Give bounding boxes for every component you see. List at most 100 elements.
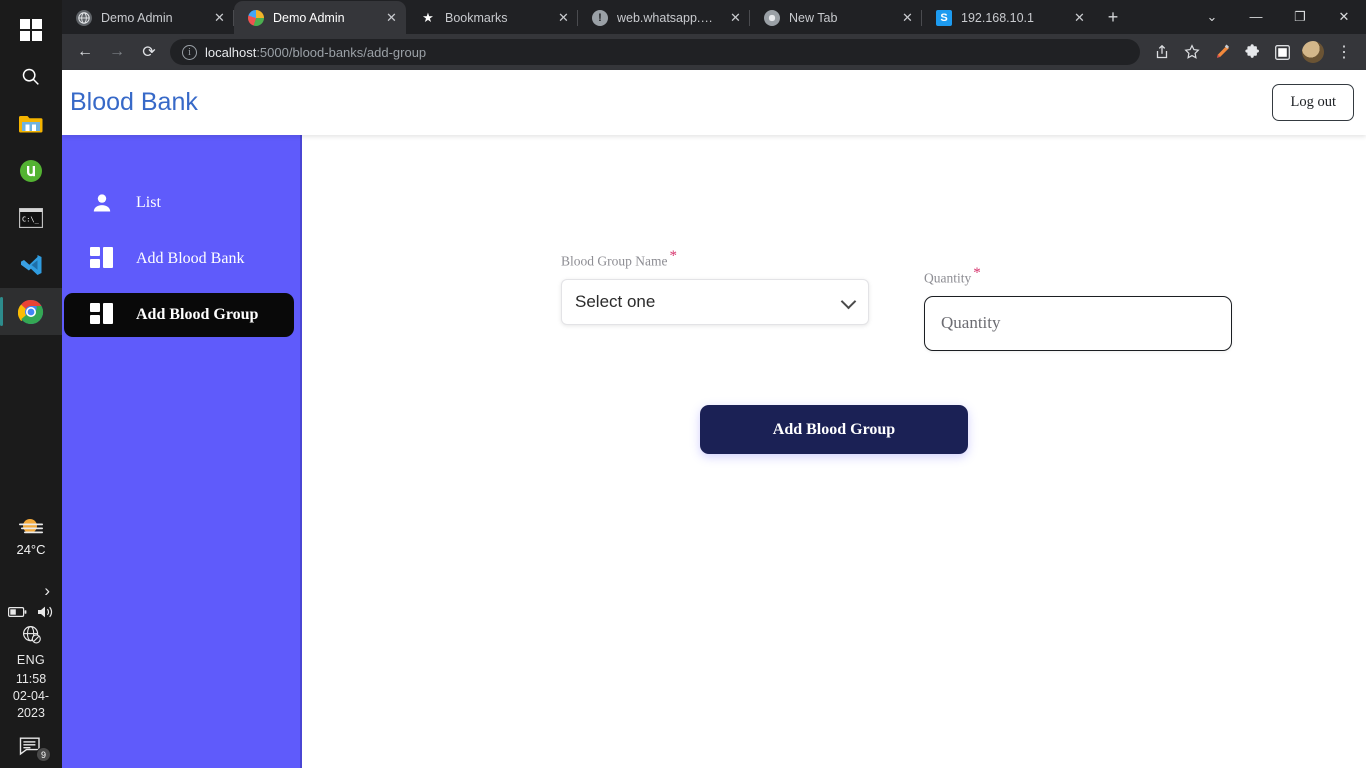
quantity-label: Quantity * — [924, 265, 1232, 287]
browser-tab-whatsapp[interactable]: ! web.whatsapp.com ✕ — [578, 1, 750, 34]
earth-icon — [248, 9, 264, 26]
clock-time: 11:58 — [15, 672, 47, 686]
terminal-icon[interactable]: C:\_ — [0, 194, 62, 241]
show-hidden-icons-chevron[interactable]: › — [44, 582, 50, 599]
tab-close-icon[interactable]: ✕ — [211, 9, 228, 26]
weather-icon[interactable] — [17, 517, 45, 539]
tab-title: Demo Admin — [273, 10, 345, 25]
tab-close-icon[interactable]: ✕ — [1071, 9, 1088, 26]
maximize-button[interactable]: ❐ — [1278, 1, 1322, 33]
warning-icon: ! — [592, 9, 608, 26]
notifications-icon[interactable]: 9 — [19, 736, 51, 762]
svg-text:C:\_: C:\_ — [22, 215, 40, 223]
tab-title: New Tab — [789, 10, 838, 25]
back-button[interactable]: ← — [70, 37, 100, 67]
url-text: localhost:5000/blood-banks/add-group — [205, 45, 426, 60]
sidebar-item-add-blood-bank[interactable]: Add Blood Bank — [64, 237, 294, 281]
sidebar-nav: List Add Blood Bank Add Blood Group — [62, 135, 302, 768]
blood-group-name-field: Blood Group Name * Select one — [561, 248, 869, 325]
file-explorer-icon[interactable] — [0, 100, 62, 147]
window-controls: ⌄ — ❐ ✕ — [1190, 1, 1366, 34]
url-path: :5000/blood-banks/add-group — [256, 44, 427, 60]
share-icon[interactable] — [1148, 38, 1176, 66]
chrome-icon — [764, 9, 780, 26]
browser-tab-demo-admin-2[interactable]: Demo Admin ✕ — [234, 1, 406, 34]
blood-group-name-label: Blood Group Name * — [561, 248, 869, 270]
sidepanel-icon[interactable] — [1268, 38, 1296, 66]
browser-tab-demo-admin-1[interactable]: Demo Admin ✕ — [62, 1, 234, 34]
tab-search-chevron-icon[interactable]: ⌄ — [1190, 1, 1234, 33]
blood-group-select[interactable]: Select one — [561, 278, 869, 325]
label-text: Blood Group Name — [561, 253, 668, 269]
new-tab-button[interactable]: + — [1098, 2, 1128, 32]
app-brand-title: Blood Bank — [70, 88, 198, 116]
sidebar-item-label: List — [136, 194, 161, 211]
header-actions: Log out — [1272, 84, 1366, 121]
notification-count-badge: 9 — [36, 747, 51, 762]
network-disconnected-icon[interactable] — [0, 622, 62, 647]
windows-logo-glyph — [20, 18, 42, 41]
tab-close-icon[interactable]: ✕ — [555, 9, 572, 26]
system-tray: 24°C › ENG 11:58 02-04-2023 9 — [0, 517, 62, 768]
bookmark-star-icon[interactable] — [1178, 38, 1206, 66]
label-text: Quantity — [924, 270, 972, 286]
input-language-indicator[interactable]: ENG — [17, 653, 45, 667]
tab-close-icon[interactable]: ✕ — [727, 9, 744, 26]
profile-avatar[interactable] — [1302, 41, 1324, 63]
browser-tab-router[interactable]: S 192.168.10.1 ✕ — [922, 1, 1094, 34]
chrome-menu-icon[interactable]: ⋮ — [1330, 38, 1358, 66]
battery-icon[interactable] — [7, 606, 27, 618]
reload-button[interactable]: ⟳ — [134, 37, 164, 67]
tab-title: Bookmarks — [445, 10, 508, 25]
pen-extension-icon[interactable] — [1208, 38, 1236, 66]
minimize-button[interactable]: — — [1234, 1, 1278, 33]
required-asterisk: * — [669, 248, 677, 264]
weather-temperature: 24°C — [16, 542, 46, 557]
site-info-icon[interactable]: i — [182, 44, 197, 60]
utorrent-icon[interactable] — [0, 147, 62, 194]
main-content: Blood Group Name* Select one Quantity* — [302, 135, 1366, 768]
required-asterisk: * — [973, 265, 981, 281]
quantity-field: Quantity * — [924, 265, 1232, 351]
sidebar-item-list[interactable]: List — [64, 181, 294, 225]
close-window-button[interactable]: ✕ — [1322, 1, 1366, 33]
app-header: Blood Bank Log out — [62, 70, 1366, 135]
browser-tab-new-tab[interactable]: New Tab ✕ — [750, 1, 922, 34]
vscode-icon[interactable] — [0, 241, 62, 288]
chrome-icon[interactable] — [0, 288, 62, 335]
quantity-input[interactable] — [924, 295, 1232, 351]
tab-close-icon[interactable]: ✕ — [383, 9, 400, 26]
add-blood-group-form: Blood Group Name * Select one Quantity * — [561, 248, 1232, 351]
toolbar-actions: ⋮ — [1148, 38, 1358, 66]
logout-button[interactable]: Log out — [1272, 84, 1354, 121]
sidebar-item-add-blood-group[interactable]: Add Blood Group — [64, 293, 294, 337]
forward-button[interactable]: → — [102, 37, 132, 67]
person-icon — [90, 191, 114, 215]
os-taskbar: C:\_ 24°C › ENG 11:58 02-04-2023 9 — [0, 0, 62, 768]
submit-row: Add Blood Group — [302, 405, 1366, 454]
star-icon: ★ — [422, 9, 434, 25]
tab-title: Demo Admin — [101, 10, 173, 25]
browser-tab-bookmarks[interactable]: ★ Bookmarks ✕ — [406, 1, 578, 34]
url-host: localhost — [205, 44, 257, 60]
blood-group-select-wrapper: Select one — [561, 278, 869, 325]
globe-icon — [76, 9, 92, 26]
grid-icon — [90, 303, 114, 327]
sidebar-item-label: Add Blood Bank — [136, 250, 245, 267]
address-bar[interactable]: i localhost:5000/blood-banks/add-group — [170, 39, 1140, 65]
search-icon[interactable] — [0, 53, 62, 100]
grid-icon — [90, 247, 114, 271]
clock-date: 02-04-2023 — [12, 689, 50, 720]
volume-icon[interactable] — [37, 605, 55, 619]
browser-window: Demo Admin ✕ Demo Admin ✕ ★ Bookmarks ✕ … — [62, 0, 1366, 768]
clock[interactable]: 11:58 02-04-2023 — [0, 671, 62, 722]
extensions-puzzle-icon[interactable] — [1238, 38, 1266, 66]
windows-start-icon[interactable] — [0, 6, 62, 53]
add-blood-group-button[interactable]: Add Blood Group — [700, 405, 968, 454]
tab-close-icon[interactable]: ✕ — [899, 9, 916, 26]
web-page: Blood Bank Log out List Add Blood Bank A… — [62, 70, 1366, 768]
browser-toolbar: ← → ⟳ i localhost:5000/blood-banks/add-g… — [62, 34, 1366, 70]
tab-title: 192.168.10.1 — [961, 10, 1034, 25]
tab-strip: Demo Admin ✕ Demo Admin ✕ ★ Bookmarks ✕ … — [62, 0, 1366, 34]
sidebar-item-label: Add Blood Group — [136, 306, 259, 323]
